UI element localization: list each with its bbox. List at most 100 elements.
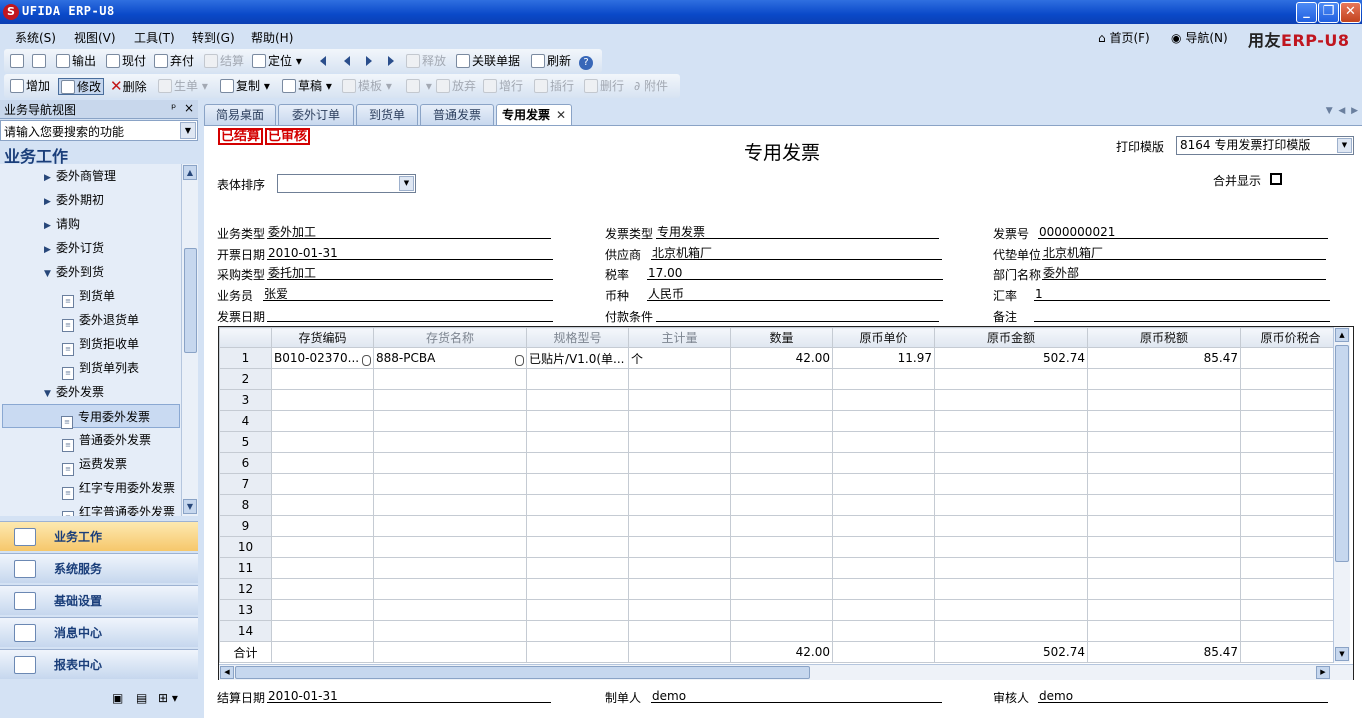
memo-field[interactable]	[1034, 308, 1330, 322]
cell-price[interactable]: 11.97	[832, 347, 935, 369]
cell-tax[interactable]: 85.47	[1087, 347, 1241, 369]
cell-spec[interactable]: 已贴片/V1.0(单...	[526, 347, 629, 369]
pay-terms-field[interactable]	[656, 308, 939, 322]
generate-button[interactable]: 生单 ▾	[158, 78, 208, 95]
copy-button[interactable]: 复制 ▾	[220, 78, 270, 95]
template-button[interactable]: 模板 ▾	[342, 78, 392, 95]
scroll-thumb[interactable]	[235, 666, 810, 679]
help-button[interactable]: ?	[579, 53, 593, 70]
menu-system[interactable]: 系统(S)	[15, 29, 56, 46]
table-row[interactable]: 8	[219, 494, 1341, 516]
save-button[interactable]: ▾	[406, 78, 432, 95]
nav-item-outsource-opening[interactable]: ▶ 委外期初	[44, 188, 104, 212]
menu-goto[interactable]: 转到(G)	[192, 29, 235, 46]
nav-close-icon[interactable]: ×	[184, 101, 194, 115]
nav-item-requisition[interactable]: ▶ 请购	[44, 212, 80, 236]
sort-select[interactable]: ▼	[277, 174, 416, 193]
pin-icon[interactable]: ᵖ	[171, 101, 176, 115]
tab-simple-desktop[interactable]: 简易桌面	[204, 104, 276, 125]
chevron-down-icon[interactable]: ▼	[180, 122, 196, 139]
table-row[interactable]: 10	[219, 536, 1341, 558]
nav-item-outsource-arrival[interactable]: ▼ 委外到货	[44, 260, 104, 284]
cell-qty[interactable]: 42.00	[730, 347, 833, 369]
draft-button[interactable]: 草稿 ▾	[282, 78, 332, 95]
nav-item-outsource-vendor[interactable]: ▶ 委外商管理	[44, 164, 116, 188]
abandon-pay-button[interactable]: 弃付	[154, 53, 194, 70]
tree-view-icon[interactable]: ⊞ ▾	[158, 691, 178, 705]
next-record-button[interactable]	[366, 53, 372, 70]
table-row[interactable]: 7	[219, 473, 1341, 495]
tab-outsource-order[interactable]: 委外订单	[278, 104, 354, 125]
discard-button[interactable]: 放弃	[436, 78, 476, 95]
table-row[interactable]: 4	[219, 410, 1341, 432]
delete-row-button[interactable]: 删行	[584, 78, 624, 95]
nav-item-red-normal-invoice[interactable]: ≡红字普通委外发票	[62, 500, 175, 516]
grid-view-icon[interactable]: ▤	[136, 691, 147, 705]
menu-help[interactable]: 帮助(H)	[251, 29, 293, 46]
table-row[interactable]: 13	[219, 599, 1341, 621]
supplier-field[interactable]: 北京机箱厂	[651, 246, 942, 260]
table-row[interactable]: 9	[219, 515, 1341, 537]
nav-item-freight-invoice[interactable]: ≡ 运费发票	[62, 452, 127, 476]
nav-search-input[interactable]: 请输入您要搜索的功能 ▼	[0, 120, 198, 141]
cell-code[interactable]: B010-02370...	[271, 347, 374, 369]
col-unit-header[interactable]: 主计量	[628, 327, 731, 348]
insert-row-button[interactable]: 插行	[534, 78, 574, 95]
scroll-left-icon[interactable]: ◀	[220, 666, 234, 679]
invoice-type-field[interactable]: 专用发票	[656, 225, 939, 239]
tab-scroll-controls[interactable]: ▼ ◀ ▶	[1326, 106, 1358, 116]
tab-close-icon[interactable]: ✕	[556, 108, 566, 122]
minimize-button[interactable]: _	[1296, 2, 1317, 23]
add-button[interactable]: 增加	[10, 78, 50, 95]
first-record-button[interactable]	[320, 53, 326, 70]
scroll-down-icon[interactable]: ▼	[1335, 647, 1349, 661]
tax-rate-field[interactable]: 17.00	[647, 266, 943, 280]
nav-item-arrival-list[interactable]: ≡ 到货单列表	[62, 356, 139, 380]
col-code-header[interactable]: 存货编码	[271, 327, 374, 348]
stock-pay-button[interactable]: 现付	[106, 53, 146, 70]
purchase-type-field[interactable]: 委托加工	[267, 266, 553, 280]
table-row[interactable]: 1 B010-02370... 888-PCBA 已贴片/V1.0(单... 个…	[219, 347, 1341, 369]
menu-tools[interactable]: 工具(T)	[134, 29, 175, 46]
table-row[interactable]: 11	[219, 557, 1341, 579]
col-name-header[interactable]: 存货名称	[373, 327, 527, 348]
nav-item-red-special-invoice[interactable]: ≡ 红字专用委外发票	[62, 476, 175, 500]
cell-unit[interactable]: 个	[628, 347, 731, 369]
nav-link[interactable]: ◉ 导航(N)	[1171, 29, 1228, 46]
menu-view[interactable]: 视图(V)	[74, 29, 116, 46]
table-row[interactable]: 12	[219, 578, 1341, 600]
scroll-down-icon[interactable]: ▼	[183, 499, 197, 514]
scroll-thumb[interactable]	[1335, 345, 1349, 562]
table-row[interactable]: 14	[219, 620, 1341, 642]
table-row[interactable]: 3	[219, 389, 1341, 411]
settle-button[interactable]: 结算	[204, 53, 244, 70]
col-price-header[interactable]: 原币单价	[832, 327, 935, 348]
dept-field[interactable]: 委外部	[1042, 266, 1326, 280]
col-qty-header[interactable]: 数量	[730, 327, 833, 348]
section-message-center[interactable]: 消息中心	[0, 617, 198, 647]
section-system-service[interactable]: 系统服务	[0, 553, 198, 583]
payer-field[interactable]: 北京机箱厂	[1042, 246, 1326, 260]
col-total-header[interactable]: 原币价税合	[1240, 327, 1341, 348]
issue-date-field[interactable]	[267, 308, 553, 322]
add-row-button[interactable]: 增行	[483, 78, 523, 95]
section-basic-settings[interactable]: 基础设置	[0, 585, 198, 615]
table-row[interactable]: 6	[219, 452, 1341, 474]
biz-type-field[interactable]: 委外加工	[267, 225, 551, 239]
maximize-button[interactable]: ❐	[1318, 2, 1339, 23]
attach-button[interactable]: ∂ 附件	[634, 78, 668, 95]
cell-name[interactable]: 888-PCBA	[373, 347, 527, 369]
nav-scrollbar[interactable]: ▲ ▼	[181, 164, 198, 516]
tab-arrival-note[interactable]: 到货单	[356, 104, 418, 125]
release-button[interactable]: 释放	[406, 53, 446, 70]
col-spec-header[interactable]: 规格型号	[526, 327, 629, 348]
print-template-select[interactable]: 8164 专用发票打印模版 ▼	[1176, 136, 1354, 155]
preview-button[interactable]	[32, 53, 48, 70]
clerk-field[interactable]: 张爱	[263, 287, 553, 301]
cell-total[interactable]	[1240, 347, 1341, 369]
print-button[interactable]	[10, 53, 26, 70]
nav-item-normal-invoice[interactable]: ≡ 普通委外发票	[62, 428, 151, 452]
scroll-up-icon[interactable]: ▲	[1335, 328, 1349, 342]
section-business-work[interactable]: 业务工作	[0, 521, 198, 551]
nav-item-outsource-order[interactable]: ▶ 委外订货	[44, 236, 104, 260]
